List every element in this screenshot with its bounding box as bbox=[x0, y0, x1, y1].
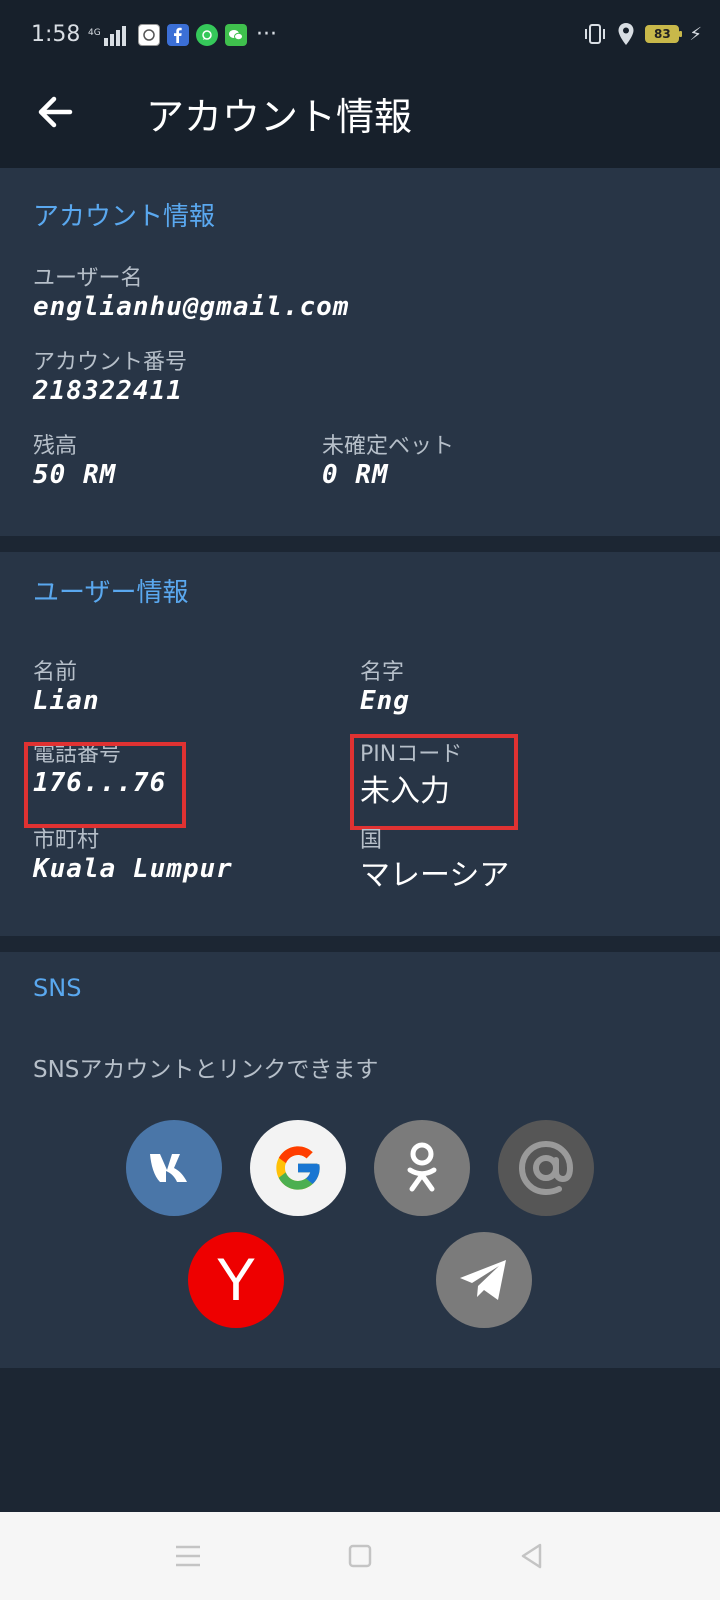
phone-highlight-box bbox=[24, 742, 186, 828]
account-number-value: 218322411 bbox=[33, 376, 183, 406]
system-icons: 83 ⚡ bbox=[583, 20, 702, 48]
charging-icon: ⚡ bbox=[689, 23, 702, 45]
google-button[interactable] bbox=[250, 1120, 346, 1216]
last-name-value: Eng bbox=[360, 686, 410, 716]
city-value: Kuala Lumpur bbox=[33, 854, 233, 884]
network-type: 4G bbox=[88, 28, 101, 38]
telegram-icon bbox=[460, 1260, 506, 1300]
sns-description: SNSアカウントとリンクできます bbox=[33, 1057, 379, 1083]
pin-highlight-box bbox=[350, 734, 518, 830]
wechat-icon bbox=[225, 24, 247, 46]
username-label: ユーザー名 bbox=[33, 266, 143, 291]
more-notifications-icon: ··· bbox=[256, 22, 277, 47]
mail-button[interactable] bbox=[498, 1120, 594, 1216]
at-sign-icon bbox=[518, 1140, 574, 1196]
balance-value: 50 RM bbox=[33, 460, 117, 490]
battery-icon: 83 bbox=[645, 25, 683, 43]
google-icon bbox=[276, 1146, 320, 1190]
odnoklassniki-button[interactable] bbox=[374, 1120, 470, 1216]
vk-icon bbox=[150, 1154, 187, 1182]
account-number-label: アカウント番号 bbox=[33, 350, 188, 375]
facebook-icon bbox=[167, 24, 189, 46]
last-name-label: 名字 bbox=[360, 660, 405, 685]
odnoklassniki-icon bbox=[407, 1142, 437, 1192]
country-value: マレーシア bbox=[360, 858, 510, 893]
yandex-button[interactable]: Y bbox=[188, 1232, 284, 1328]
signal-icon: 4G bbox=[88, 26, 126, 46]
first-name-label: 名前 bbox=[33, 660, 78, 685]
sns-section-title: SNS bbox=[33, 974, 82, 1002]
user-info-card: ユーザー情報 名前 Lian 名字 Eng 電話番号 176...76 PINコ… bbox=[0, 552, 720, 936]
back-arrow-icon[interactable] bbox=[30, 86, 82, 138]
status-time: 1:58 bbox=[31, 22, 81, 47]
account-info-card: アカウント情報 ユーザー名 englianhu@gmail.com アカウント番… bbox=[0, 168, 720, 536]
home-icon[interactable] bbox=[338, 1534, 382, 1578]
city-label: 市町村 bbox=[33, 828, 100, 853]
status-bar: 1:58 4G ··· 83 ⚡ bbox=[0, 0, 720, 56]
location-icon bbox=[618, 23, 634, 45]
account-section-title: アカウント情報 bbox=[33, 202, 216, 232]
yandex-icon: Y bbox=[215, 1246, 257, 1313]
sns-card: SNS bbox=[0, 952, 720, 1368]
back-icon[interactable] bbox=[510, 1534, 554, 1578]
telegram-button[interactable] bbox=[436, 1232, 532, 1328]
navigation-bar bbox=[0, 1512, 720, 1600]
app-notification-icon bbox=[138, 24, 160, 46]
page-title: アカウント情報 bbox=[146, 95, 413, 139]
recent-apps-icon[interactable] bbox=[166, 1534, 210, 1578]
whatsapp-icon bbox=[196, 24, 218, 46]
user-section-title: ユーザー情報 bbox=[33, 578, 189, 608]
pending-bet-value: 0 RM bbox=[322, 460, 389, 490]
first-name-value: Lian bbox=[33, 686, 100, 716]
vk-button[interactable] bbox=[126, 1120, 222, 1216]
username-value: englianhu@gmail.com bbox=[33, 292, 350, 322]
pending-bet-label: 未確定ベット bbox=[322, 434, 455, 459]
balance-label: 残高 bbox=[33, 434, 78, 459]
vibrate-icon bbox=[585, 24, 606, 44]
notification-icons: ··· bbox=[138, 22, 277, 48]
app-bar: アカウント情報 bbox=[0, 56, 720, 168]
